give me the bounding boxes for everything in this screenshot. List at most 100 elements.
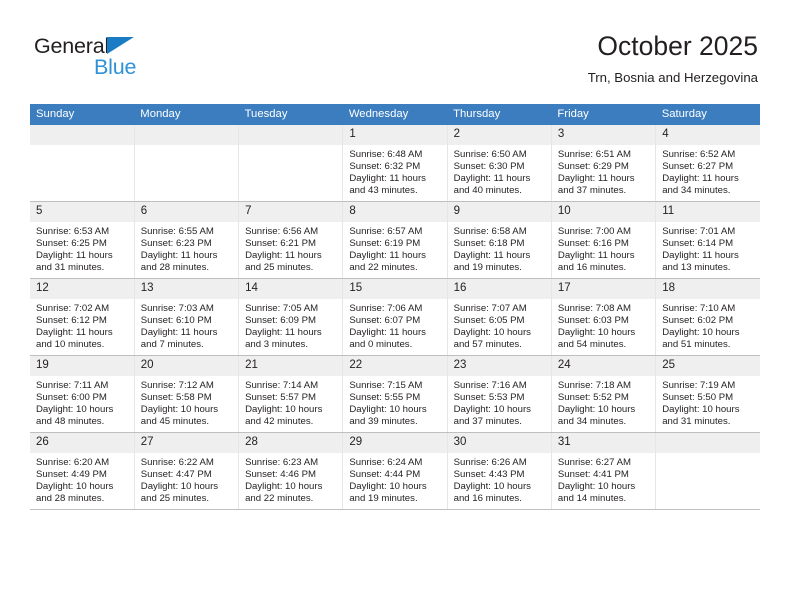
calendar-day-cell[interactable]: 12 Sunrise: 7:02 AM Sunset: 6:12 PM Dayligh… bbox=[30, 278, 135, 356]
day-number: 9 bbox=[447, 202, 551, 222]
day-details: Sunrise: 7:10 AM Sunset: 6:02 PM Daylight:… bbox=[656, 299, 760, 351]
day-number: 16 bbox=[447, 279, 551, 299]
sunrise-text: Sunrise: 6:53 AM bbox=[36, 226, 110, 237]
calendar-day-cell[interactable]: 27 Sunrise: 6:22 AM Sunset: 4:47 PM Dayligh… bbox=[134, 432, 240, 510]
calendar-day-cell[interactable]: 7 Sunrise: 6:56 AM Sunset: 6:21 PM Daylight… bbox=[238, 201, 344, 279]
sunrise-text: Sunrise: 6:56 AM bbox=[245, 226, 319, 237]
daylight-text-line1: Daylight: 10 hours bbox=[140, 481, 219, 493]
calendar-day-cell[interactable]: 18 Sunrise: 7:10 AM Sunset: 6:02 PM Dayligh… bbox=[655, 278, 760, 356]
calendar-week-row: 5 Sunrise: 6:53 AM Sunset: 6:25 PM Daylight… bbox=[30, 201, 760, 279]
sunrise-text: Sunrise: 7:11 AM bbox=[36, 380, 109, 391]
daylight-text-line2: and 48 minutes. bbox=[36, 416, 105, 428]
daylight-text-line2: and 28 minutes. bbox=[36, 493, 105, 505]
calendar-day-cell[interactable]: 1 Sunrise: 6:48 AM Sunset: 6:32 PM Daylight… bbox=[342, 125, 448, 202]
calendar-day-cell[interactable]: 14 Sunrise: 7:05 AM Sunset: 6:09 PM Dayligh… bbox=[238, 278, 344, 356]
day-details: Sunrise: 6:57 AM Sunset: 6:19 PM Daylight:… bbox=[343, 222, 446, 274]
calendar-day-cell[interactable]: 20 Sunrise: 7:12 AM Sunset: 5:58 PM Dayligh… bbox=[134, 355, 240, 433]
day-details: Sunrise: 6:24 AM Sunset: 4:44 PM Daylight:… bbox=[343, 453, 446, 505]
sunset-text: Sunset: 6:16 PM bbox=[557, 238, 629, 250]
calendar-day-cell[interactable]: 31 Sunrise: 6:27 AM Sunset: 4:41 PM Dayligh… bbox=[551, 432, 657, 510]
daylight-text-line1: Daylight: 10 hours bbox=[349, 481, 427, 493]
sunrise-text: Sunrise: 6:48 AM bbox=[349, 149, 423, 160]
calendar-day-cell[interactable]: 11 Sunrise: 7:01 AM Sunset: 6:14 PM Dayligh… bbox=[655, 201, 760, 279]
day-details: Sunrise: 7:19 AM Sunset: 5:50 PM Daylight:… bbox=[656, 376, 760, 428]
daylight-text-line1: Daylight: 11 hours bbox=[36, 250, 113, 262]
sunrise-text: Sunrise: 7:14 AM bbox=[245, 380, 319, 391]
day-number: 1 bbox=[343, 125, 447, 145]
sunrise-text: Sunrise: 6:55 AM bbox=[140, 226, 214, 237]
weekday-header-monday: Monday bbox=[134, 104, 239, 125]
sunset-text: Sunset: 5:57 PM bbox=[245, 392, 316, 404]
daylight-text-line2: and 37 minutes. bbox=[453, 416, 522, 428]
sunrise-text: Sunrise: 6:58 AM bbox=[453, 226, 527, 237]
daylight-text-line1: Daylight: 10 hours bbox=[453, 481, 531, 493]
day-details: Sunrise: 7:12 AM Sunset: 5:58 PM Daylight:… bbox=[135, 376, 238, 428]
general-blue-logo[interactable]: General Blue bbox=[34, 34, 224, 90]
calendar-day-cell[interactable]: 10 Sunrise: 7:00 AM Sunset: 6:16 PM Dayligh… bbox=[551, 201, 657, 279]
sunrise-text: Sunrise: 6:23 AM bbox=[245, 457, 319, 468]
day-number: 6 bbox=[134, 202, 239, 222]
calendar-day-cell[interactable]: 21 Sunrise: 7:14 AM Sunset: 5:57 PM Dayligh… bbox=[238, 355, 344, 433]
daylight-text-line1: Daylight: 11 hours bbox=[349, 327, 426, 339]
calendar-day-cell[interactable]: 15 Sunrise: 7:06 AM Sunset: 6:07 PM Dayligh… bbox=[342, 278, 448, 356]
sunrise-text: Sunrise: 6:50 AM bbox=[453, 149, 527, 160]
sunset-text: Sunset: 6:14 PM bbox=[662, 238, 734, 250]
daylight-text-line1: Daylight: 11 hours bbox=[662, 250, 739, 262]
day-number: 10 bbox=[551, 202, 656, 222]
calendar-day-cell[interactable]: 23 Sunrise: 7:16 AM Sunset: 5:53 PM Dayligh… bbox=[447, 355, 552, 433]
day-details: Sunrise: 6:53 AM Sunset: 6:25 PM Daylight:… bbox=[30, 222, 134, 274]
calendar-day-cell[interactable]: 3 Sunrise: 6:51 AM Sunset: 6:29 PM Daylight… bbox=[551, 125, 657, 202]
calendar-day-cell[interactable]: 24 Sunrise: 7:18 AM Sunset: 5:52 PM Dayligh… bbox=[551, 355, 657, 433]
calendar-day-cell[interactable]: 16 Sunrise: 7:07 AM Sunset: 6:05 PM Dayligh… bbox=[447, 278, 552, 356]
calendar-page: General Blue October 2025 Trn, Bosnia an… bbox=[0, 0, 792, 612]
weekday-header-tuesday: Tuesday bbox=[238, 104, 343, 125]
day-details: Sunrise: 6:20 AM Sunset: 4:49 PM Daylight:… bbox=[30, 453, 134, 505]
daylight-text-line1: Daylight: 11 hours bbox=[453, 173, 531, 185]
sunrise-text: Sunrise: 7:00 AM bbox=[557, 226, 631, 237]
calendar-day-cell[interactable]: 30 Sunrise: 6:26 AM Sunset: 4:43 PM Dayligh… bbox=[447, 432, 552, 510]
daylight-text-line1: Daylight: 10 hours bbox=[245, 481, 323, 493]
day-details: Sunrise: 7:08 AM Sunset: 6:03 PM Daylight:… bbox=[552, 299, 655, 351]
day-number: 31 bbox=[551, 433, 656, 453]
daylight-text-line2: and 0 minutes. bbox=[349, 339, 413, 351]
daylight-text-line2: and 34 minutes. bbox=[662, 185, 731, 197]
day-details: Sunrise: 7:06 AM Sunset: 6:07 PM Daylight:… bbox=[343, 299, 446, 351]
day-number: 7 bbox=[239, 202, 343, 222]
daylight-text-line1: Daylight: 11 hours bbox=[453, 250, 531, 262]
calendar-day-cell[interactable]: 28 Sunrise: 6:23 AM Sunset: 4:46 PM Dayligh… bbox=[238, 432, 344, 510]
calendar-day-cell[interactable]: 25 Sunrise: 7:19 AM Sunset: 5:50 PM Dayligh… bbox=[655, 355, 760, 433]
calendar-day-cell[interactable]: 5 Sunrise: 6:53 AM Sunset: 6:25 PM Daylight… bbox=[30, 201, 135, 279]
daylight-text-line1: Daylight: 10 hours bbox=[557, 481, 636, 493]
calendar-day-cell[interactable]: 29 Sunrise: 6:24 AM Sunset: 4:44 PM Dayligh… bbox=[342, 432, 448, 510]
day-number: 29 bbox=[343, 433, 447, 453]
calendar-day-cell[interactable]: 9 Sunrise: 6:58 AM Sunset: 6:18 PM Daylight… bbox=[447, 201, 552, 279]
daylight-text-line1: Daylight: 10 hours bbox=[36, 404, 114, 416]
calendar-day-cell[interactable]: 19 Sunrise: 7:11 AM Sunset: 6:00 PM Dayligh… bbox=[30, 355, 135, 433]
daylight-text-line2: and 39 minutes. bbox=[349, 416, 418, 428]
calendar-week-row: 12 Sunrise: 7:02 AM Sunset: 6:12 PM Dayligh… bbox=[30, 278, 760, 356]
calendar-day-cell[interactable]: 6 Sunrise: 6:55 AM Sunset: 6:23 PM Daylight… bbox=[134, 201, 240, 279]
daylight-text-line2: and 7 minutes. bbox=[140, 339, 204, 351]
sunrise-text: Sunrise: 7:01 AM bbox=[662, 226, 736, 237]
calendar-day-cell[interactable]: 26 Sunrise: 6:20 AM Sunset: 4:49 PM Dayligh… bbox=[30, 432, 135, 510]
day-number: 14 bbox=[239, 279, 343, 299]
sunset-text: Sunset: 6:27 PM bbox=[662, 161, 734, 173]
day-number: 3 bbox=[551, 125, 656, 145]
daylight-text-line2: and 25 minutes. bbox=[140, 493, 210, 505]
calendar-day-cell[interactable]: 13 Sunrise: 7:03 AM Sunset: 6:10 PM Dayligh… bbox=[134, 278, 240, 356]
sunset-text: Sunset: 6:25 PM bbox=[36, 238, 107, 250]
weekday-header-sunday: Sunday bbox=[30, 104, 135, 125]
calendar-day-cell[interactable]: 2 Sunrise: 6:50 AM Sunset: 6:30 PM Daylight… bbox=[447, 125, 552, 202]
sunset-text: Sunset: 4:43 PM bbox=[453, 469, 525, 481]
sunrise-text: Sunrise: 7:16 AM bbox=[453, 380, 527, 391]
sunset-text: Sunset: 4:46 PM bbox=[245, 469, 316, 481]
calendar-day-cell[interactable]: 17 Sunrise: 7:08 AM Sunset: 6:03 PM Dayligh… bbox=[551, 278, 657, 356]
calendar-day-cell[interactable]: 22 Sunrise: 7:15 AM Sunset: 5:55 PM Dayligh… bbox=[342, 355, 448, 433]
sunset-text: Sunset: 6:00 PM bbox=[36, 392, 107, 404]
daylight-text-line1: Daylight: 11 hours bbox=[557, 173, 635, 185]
calendar-day-cell[interactable]: 4 Sunrise: 6:52 AM Sunset: 6:27 PM Daylight… bbox=[655, 125, 760, 202]
daylight-text-line2: and 16 minutes. bbox=[453, 493, 522, 505]
sunrise-text: Sunrise: 7:12 AM bbox=[140, 380, 214, 391]
sunrise-text: Sunrise: 7:07 AM bbox=[453, 303, 527, 314]
calendar-day-cell[interactable]: 8 Sunrise: 6:57 AM Sunset: 6:19 PM Daylight… bbox=[342, 201, 448, 279]
